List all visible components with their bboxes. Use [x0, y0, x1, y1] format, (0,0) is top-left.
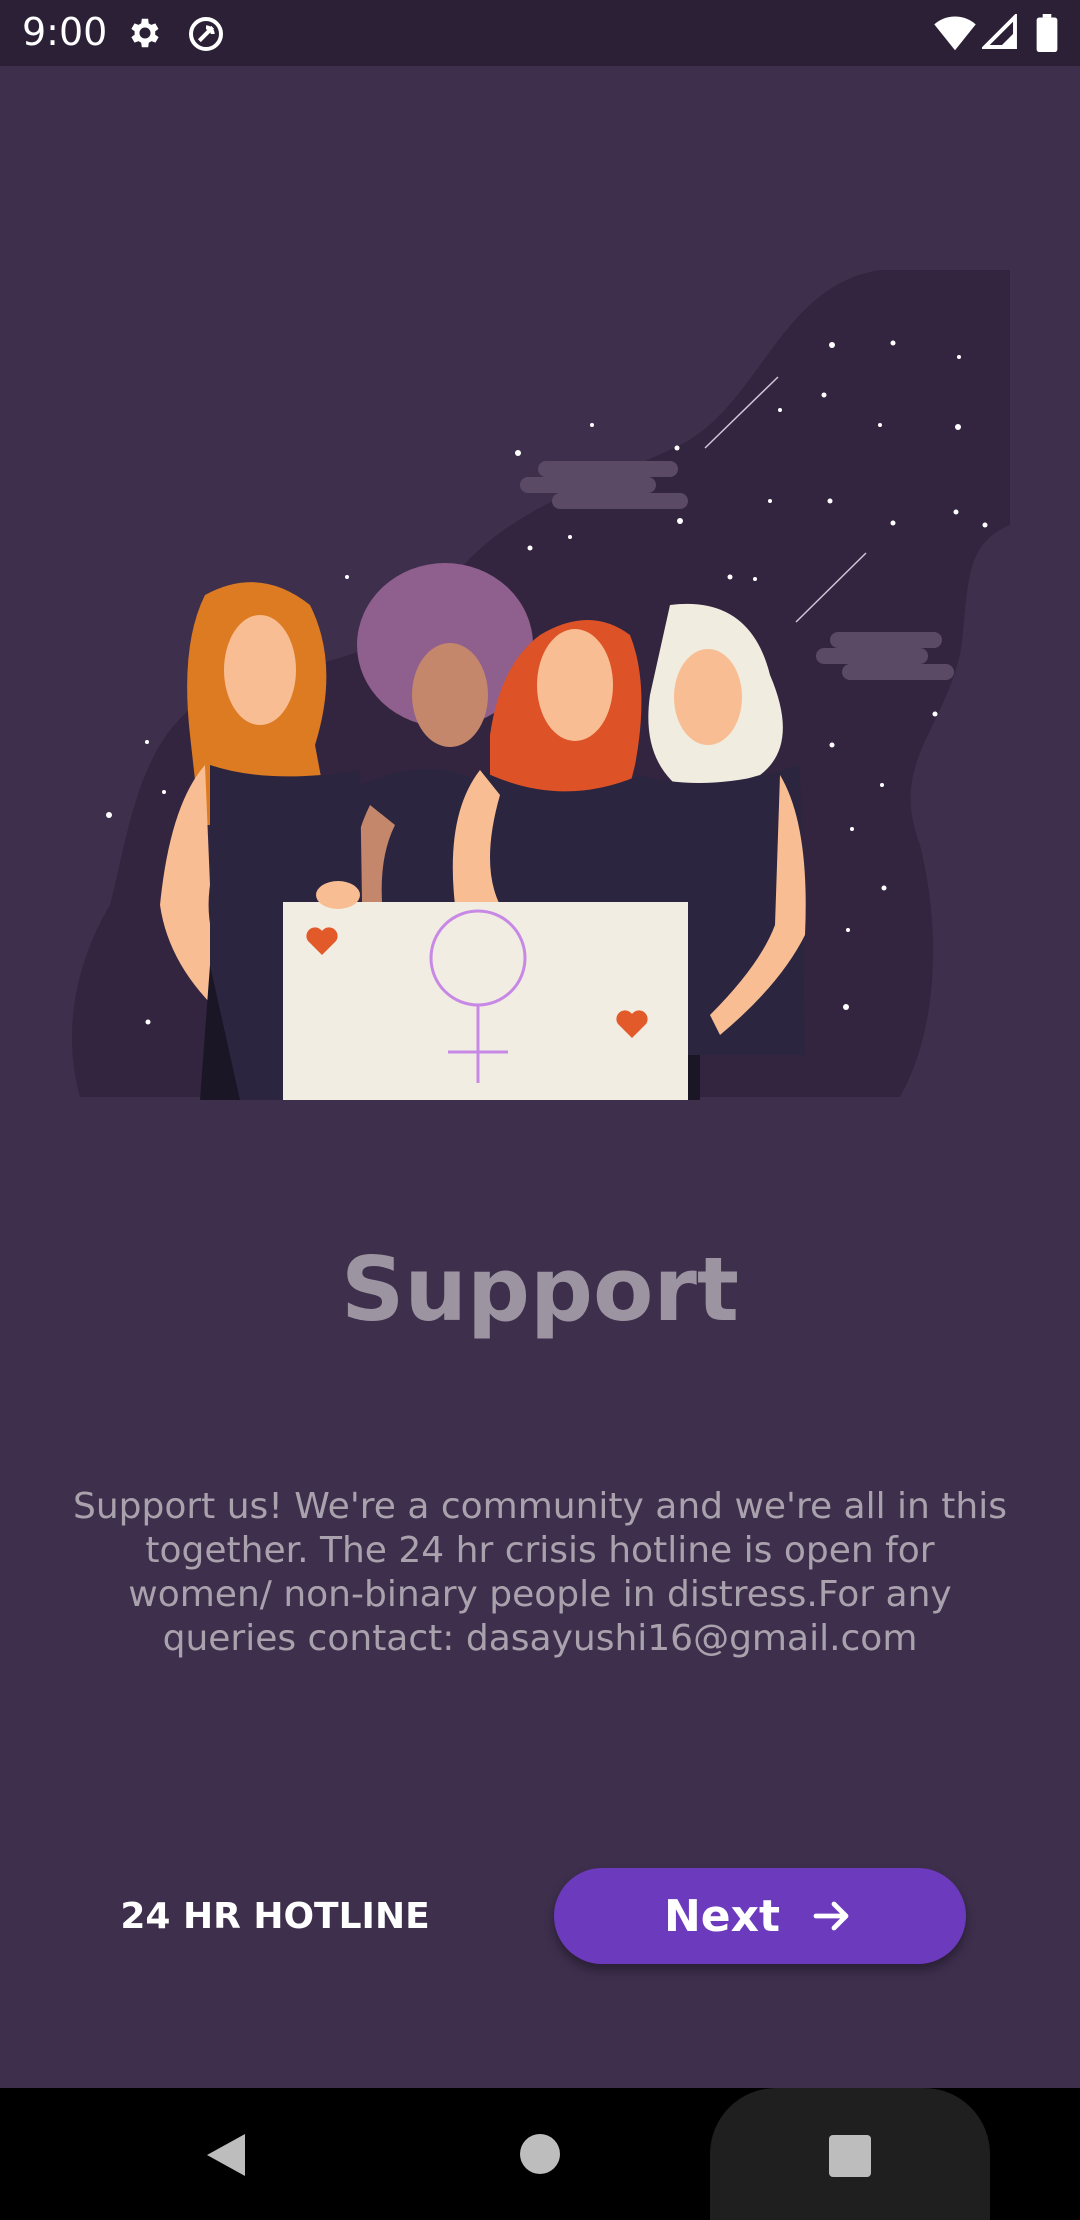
signal-icon [982, 14, 1017, 49]
status-time: 9:00 [22, 10, 108, 54]
system-nav-bar [0, 2088, 1080, 2220]
vpn-icon [189, 17, 223, 51]
battery-icon [1036, 14, 1058, 52]
arrow-right-icon [813, 1901, 849, 1931]
wifi-icon [934, 16, 976, 51]
recents-icon[interactable] [829, 2135, 871, 2177]
support-description: Support us! We're a community and we're … [72, 1486, 1007, 1659]
sign-board [283, 902, 688, 1100]
women-support-illustration [71, 270, 1010, 1100]
next-button[interactable]: Next [554, 1868, 966, 1964]
page-title: Support [341, 1238, 739, 1341]
next-button-label: Next [663, 1890, 781, 1942]
hotline-button[interactable]: 24 HR HOTLINE [120, 1880, 430, 1952]
gear-icon [131, 18, 159, 48]
status-bar: 9:00 [0, 0, 1080, 66]
back-icon[interactable] [205, 2132, 247, 2178]
home-icon[interactable] [520, 2134, 560, 2174]
